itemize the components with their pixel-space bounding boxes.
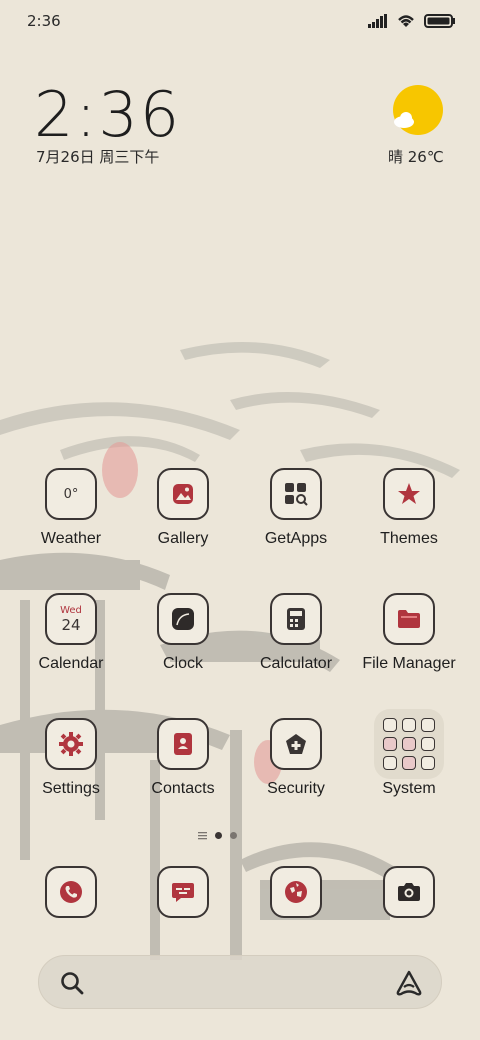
folder-mini-icon [402,737,416,751]
search-icon[interactable] [59,970,85,996]
clock-widget-time[interactable]: 2:36 [34,78,181,151]
weather-widget-text: 晴 26℃ [388,148,444,166]
camera-icon[interactable] [383,866,435,918]
phone-glyph-icon [60,881,82,903]
folder-mini-icon [421,756,435,770]
themes-icon[interactable] [383,468,435,520]
app-label: Gallery [157,530,209,547]
gear-icon [59,732,83,756]
app-label: Calendar [38,655,104,672]
calculator-icon[interactable] [270,593,322,645]
app-contacts[interactable]: Contacts [127,718,239,798]
weather-icon-temp: 0° [63,486,79,502]
folder-icon [398,610,420,628]
phone-icon[interactable] [45,866,97,918]
assistant-logo-icon[interactable] [395,969,423,997]
app-getapps[interactable]: GetApps [240,468,352,548]
page-dot-2[interactable] [230,831,237,839]
clock-widget-date: 7月26日 周三下午 [36,148,160,166]
app-label: Settings [42,780,100,797]
battery-icon [424,14,455,28]
app-label: GetApps [264,530,328,547]
folder-mini-icon [421,737,435,751]
system-folder-icon[interactable] [374,709,444,779]
star-icon [398,483,420,504]
folder-mini-icon [402,756,416,770]
address-book-icon [174,733,192,755]
calendar-date: 24 [61,615,81,634]
dock-phone[interactable] [15,866,127,918]
search-input[interactable] [99,968,353,998]
calculator-glyph-icon [287,608,305,630]
sunny-icon[interactable] [392,84,444,136]
folder-mini-icon [402,718,416,732]
app-label: System [382,780,436,797]
shield-plus-icon [286,734,306,754]
security-icon[interactable] [270,718,322,770]
folder-mini-icon [383,756,397,770]
signal-icon [368,14,387,28]
app-calendar[interactable]: Wed 24 Calendar [15,593,127,673]
app-label: Weather [40,530,102,547]
file-manager-icon[interactable] [383,593,435,645]
camera-glyph-icon [398,883,420,901]
messages-icon[interactable] [157,866,209,918]
dock-messages[interactable] [127,866,239,918]
page-dot-1[interactable] [215,831,222,839]
folder-mini-icon [383,737,397,751]
page-indicator[interactable] [198,828,237,842]
dock-browser[interactable] [240,866,352,918]
app-label: Themes [380,530,438,547]
app-settings[interactable]: Settings [15,718,127,798]
browser-icon[interactable] [270,866,322,918]
app-system-folder[interactable]: System [353,709,465,798]
clock-face-icon [172,608,194,630]
image-glyph-icon [173,484,193,504]
list-view-icon[interactable] [198,831,207,840]
gallery-icon[interactable] [157,468,209,520]
weather-icon[interactable]: 0° [45,468,97,520]
app-calculator[interactable]: Calculator [240,593,352,673]
grid-search-icon [285,483,308,506]
wifi-icon [398,15,414,27]
app-gallery[interactable]: Gallery [127,468,239,548]
app-themes[interactable]: Themes [353,468,465,548]
app-label: Clock [162,655,203,672]
app-label: Contacts [151,780,215,797]
folder-mini-icon [383,718,397,732]
chat-bubble-icon [172,883,194,902]
calendar-day: Wed [60,604,82,616]
settings-icon[interactable] [45,718,97,770]
app-label: Security [267,780,325,797]
app-weather[interactable]: 0° Weather [15,468,127,548]
globe-icon [285,881,307,903]
contacts-icon[interactable] [157,718,209,770]
folder-mini-icon [421,718,435,732]
clock-icon[interactable] [157,593,209,645]
app-clock[interactable]: Clock [127,593,239,673]
app-label: Calculator [259,655,333,672]
getapps-icon[interactable] [270,468,322,520]
app-file-manager[interactable]: File Manager [353,593,465,673]
status-time: 2:36 [27,12,61,30]
app-label: File Manager [362,655,456,672]
app-security[interactable]: Security [240,718,352,798]
calendar-icon[interactable]: Wed 24 [45,593,97,645]
dock-camera[interactable] [353,866,465,918]
status-bar: 2:36 [0,0,480,42]
search-bar[interactable] [38,955,442,1009]
